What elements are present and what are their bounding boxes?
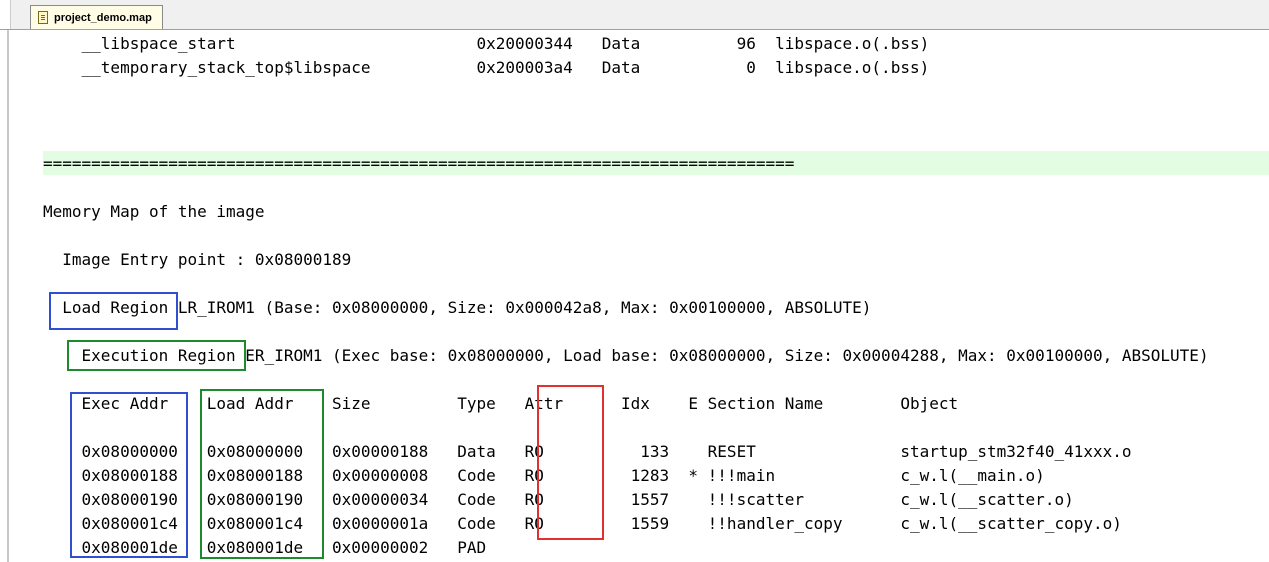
editor-content[interactable]: __libspace_start 0x20000344 Data 96 libs… [8, 30, 1269, 562]
exec-addr-column-box [70, 392, 188, 558]
code-line-1: __libspace_start 0x20000344 Data 96 libs… [43, 34, 930, 53]
tab-strip-left-edge [0, 0, 11, 29]
editor-pane[interactable]: __libspace_start 0x20000344 Data 96 libs… [0, 30, 1269, 562]
execution-region-highlight-box [67, 340, 246, 371]
tab-strip: project_demo.map [0, 0, 1269, 30]
attr-column-box [537, 385, 604, 540]
tab-label: project_demo.map [54, 11, 152, 24]
code-line-2: __temporary_stack_top$libspace 0x200003a… [43, 58, 930, 77]
code-line-separator: ========================================… [43, 154, 795, 173]
code-line-memory-map: Memory Map of the image [43, 202, 265, 221]
load-region-highlight-box [49, 292, 178, 330]
tab-project-demo-map[interactable]: project_demo.map [30, 5, 163, 29]
file-icon [38, 11, 48, 24]
load-addr-column-box [200, 389, 324, 559]
code-line-entry-point: Image Entry point : 0x08000189 [43, 250, 352, 269]
